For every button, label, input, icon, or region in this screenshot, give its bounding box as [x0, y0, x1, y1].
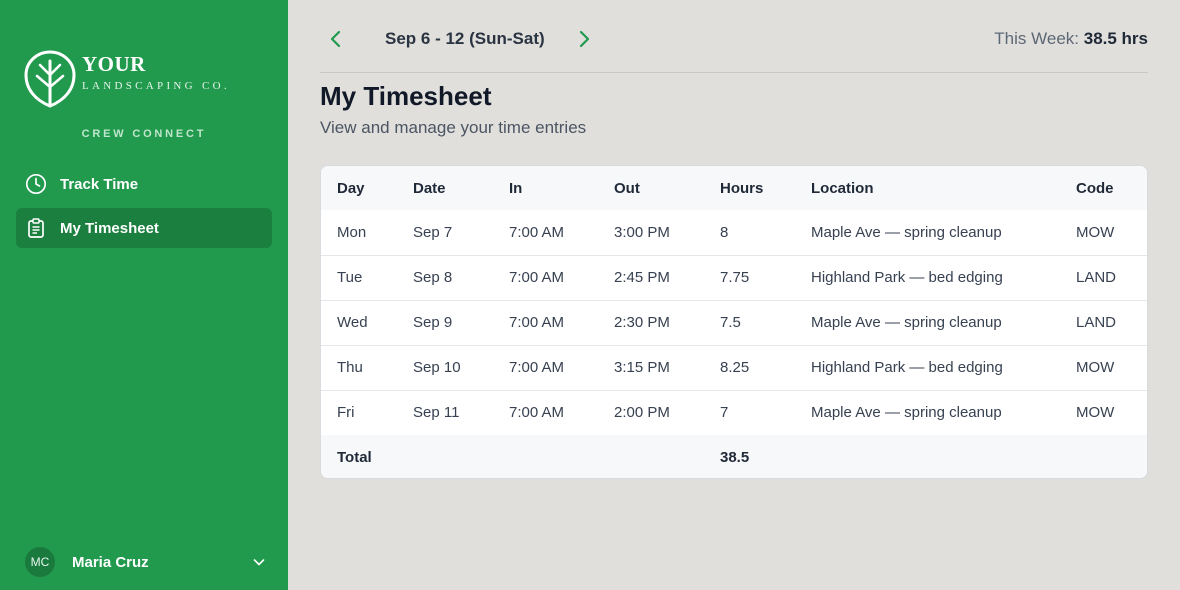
cell-code: LAND [1076, 269, 1117, 286]
column-header-code: Code [1076, 179, 1114, 197]
total-hours: 38.5 [720, 448, 750, 466]
cell-out: 3:15 PM [614, 359, 670, 376]
chevron-down-icon[interactable] [251, 554, 267, 570]
cell-in: 7:00 AM [509, 269, 565, 286]
table-header-row: Day Date In Out Hours Location Code [321, 166, 1147, 210]
app-name: CREW CONNECT [81, 128, 207, 140]
table-row[interactable]: Fri Sep 11 7:00 AM 2:00 PM 7 Maple Ave —… [321, 390, 1147, 435]
table-row[interactable]: Thu Sep 10 7:00 AM 3:15 PM 8.25 Highland… [321, 345, 1147, 390]
cell-out: 2:45 PM [614, 269, 670, 286]
table-row[interactable]: Mon Sep 7 7:00 AM 3:00 PM 8 Maple Ave — … [321, 210, 1147, 255]
cell-location: Highland Park — bed edging [811, 269, 1003, 286]
cell-date: Sep 11 [413, 404, 460, 422]
cell-date: Sep 10 [413, 359, 461, 376]
column-header-in: In [509, 179, 523, 197]
avatar: MC [25, 547, 55, 577]
clock-icon [25, 173, 47, 195]
cell-out: 3:00 PM [614, 223, 670, 241]
cell-day: Mon [337, 223, 367, 241]
header-divider [320, 72, 1148, 73]
cell-day: Fri [337, 404, 355, 422]
weekly-hours-summary: This Week: 38.5 hrs [994, 29, 1148, 49]
cell-in: 7:00 AM [509, 359, 565, 376]
total-label: Total [337, 448, 372, 466]
cell-date: Sep 8 [413, 269, 453, 286]
clipboard-icon [25, 217, 47, 239]
cell-hours: 8 [720, 223, 729, 241]
leaf-logo-icon [24, 50, 76, 108]
cell-day: Thu [337, 359, 363, 376]
timesheet-table: Day Date In Out Hours Location Code Mon … [320, 165, 1148, 479]
this-week-label: This Week: [994, 29, 1079, 48]
page-subtitle: View and manage your time entries [320, 118, 587, 137]
cell-location: Highland Park — bed edging [811, 359, 1003, 376]
sidebar: YOUR LANDSCAPING CO. CREW CONNECT Track … [0, 0, 288, 590]
cell-in: 7:00 AM [509, 223, 565, 241]
sidebar-item-label: Track Time [60, 175, 139, 193]
cell-hours: 7 [720, 404, 729, 422]
company-logo: YOUR LANDSCAPING CO. [24, 49, 244, 111]
cell-out: 2:00 PM [614, 404, 670, 422]
cell-hours: 7.75 [720, 269, 750, 286]
column-header-out: Out [614, 179, 640, 197]
table-row[interactable]: Wed Sep 9 7:00 AM 2:30 PM 7.5 Maple Ave … [321, 300, 1147, 345]
user-name: Maria Cruz [72, 553, 149, 571]
cell-in: 7:00 AM [509, 404, 565, 422]
cell-day: Tue [337, 269, 363, 286]
column-header-hours: Hours [720, 179, 764, 197]
cell-in: 7:00 AM [509, 314, 565, 331]
cell-hours: 8.25 [720, 359, 750, 376]
cell-code: LAND [1076, 314, 1117, 331]
page-title: My Timesheet [320, 81, 492, 111]
table-total-row: Total 38.5 [321, 435, 1147, 478]
table-row[interactable]: Tue Sep 8 7:00 AM 2:45 PM 7.75 Highland … [321, 255, 1147, 300]
column-header-location: Location [811, 179, 874, 197]
cell-day: Wed [337, 314, 368, 331]
cell-date: Sep 7 [413, 223, 453, 241]
cell-date: Sep 9 [413, 314, 453, 331]
sidebar-item-my-timesheet[interactable]: My Timesheet [16, 208, 272, 248]
chevron-right-icon[interactable] [574, 29, 594, 49]
cell-code: MOW [1076, 404, 1115, 422]
column-header-date: Date [413, 179, 446, 197]
cell-code: MOW [1076, 223, 1115, 241]
logo-name-line2: LANDSCAPING CO. [82, 80, 230, 92]
cell-location: Maple Ave — spring cleanup [811, 223, 1002, 241]
cell-location: Maple Ave — spring cleanup [811, 314, 1002, 331]
user-menu[interactable]: MC Maria Cruz [25, 547, 267, 577]
cell-location: Maple Ave — spring cleanup [811, 404, 1002, 422]
sidebar-item-label: My Timesheet [60, 219, 159, 237]
cell-out: 2:30 PM [614, 314, 670, 331]
sidebar-item-track-time[interactable]: Track Time [16, 164, 272, 204]
cell-hours: 7.5 [720, 314, 741, 331]
column-header-day: Day [337, 179, 365, 197]
chevron-left-icon[interactable] [326, 29, 346, 49]
logo-name-line1: YOUR [82, 52, 146, 76]
week-range: Sep 6 - 12 (Sun-Sat) [385, 29, 545, 48]
cell-code: MOW [1076, 359, 1115, 376]
this-week-value: 38.5 hrs [1083, 29, 1148, 48]
